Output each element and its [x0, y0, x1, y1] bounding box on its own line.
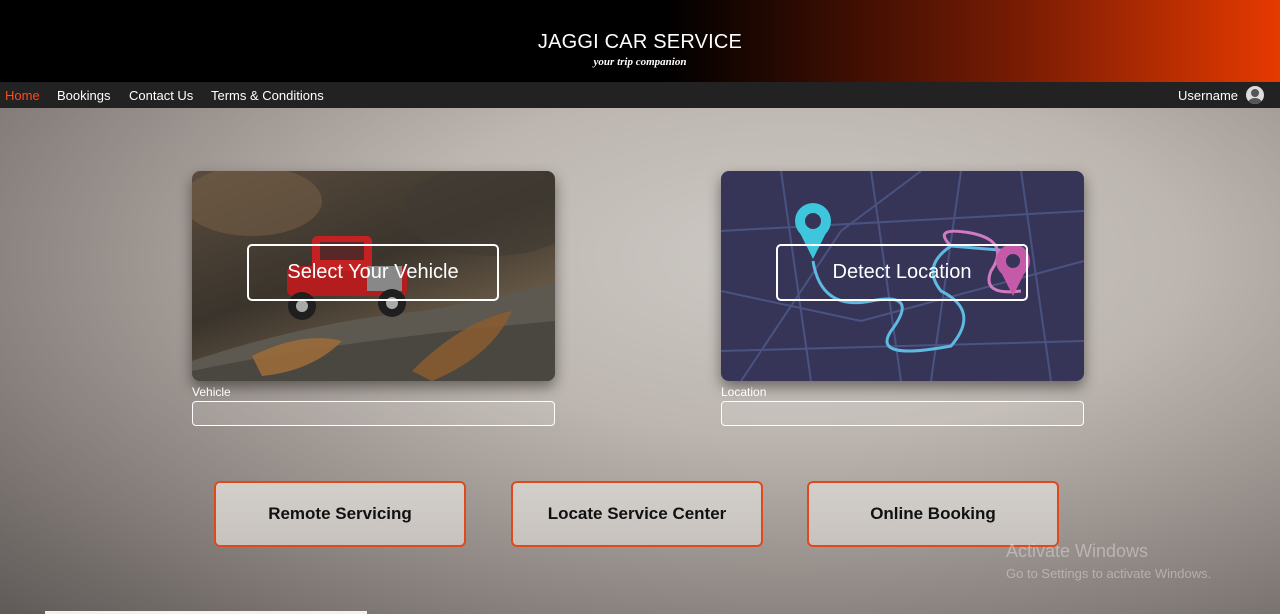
online-booking-button[interactable]: Online Booking	[807, 481, 1059, 547]
select-vehicle-button[interactable]: Select Your Vehicle	[247, 244, 499, 301]
site-title: JAGGI CAR SERVICE	[537, 31, 743, 53]
watermark-title: Activate Windows	[1006, 541, 1149, 561]
locate-service-center-button[interactable]: Locate Service Center	[511, 481, 763, 547]
nav-contact-us[interactable]: Contact Us	[129, 88, 193, 103]
site-header: JAGGI CAR SERVICE your trip companion	[0, 0, 1280, 82]
username-label: Username	[1178, 87, 1238, 103]
location-card[interactable]: Detect Location	[721, 171, 1084, 381]
activate-windows-watermark: Activate Windows Go to Settings to activ…	[1006, 541, 1211, 581]
detect-location-button[interactable]: Detect Location	[776, 244, 1028, 301]
nav-bookings[interactable]: Bookings	[57, 88, 110, 103]
vehicle-card[interactable]: Select Your Vehicle	[192, 171, 555, 381]
vehicle-field-label: Vehicle	[192, 385, 231, 399]
main-navbar: Home Bookings Contact Us Terms & Conditi…	[0, 82, 1280, 108]
watermark-subtitle: Go to Settings to activate Windows.	[1006, 566, 1212, 581]
nav-terms-conditions[interactable]: Terms & Conditions	[211, 88, 324, 103]
site-tagline: your trip companion	[593, 56, 687, 68]
nav-home[interactable]: Home	[5, 88, 40, 103]
user-menu[interactable]: Username	[1178, 86, 1264, 104]
vehicle-field[interactable]	[192, 401, 555, 426]
remote-servicing-button[interactable]: Remote Servicing	[214, 481, 466, 547]
user-circle-icon	[1246, 86, 1264, 104]
location-field-label: Location	[721, 385, 767, 399]
location-field[interactable]	[721, 401, 1084, 426]
